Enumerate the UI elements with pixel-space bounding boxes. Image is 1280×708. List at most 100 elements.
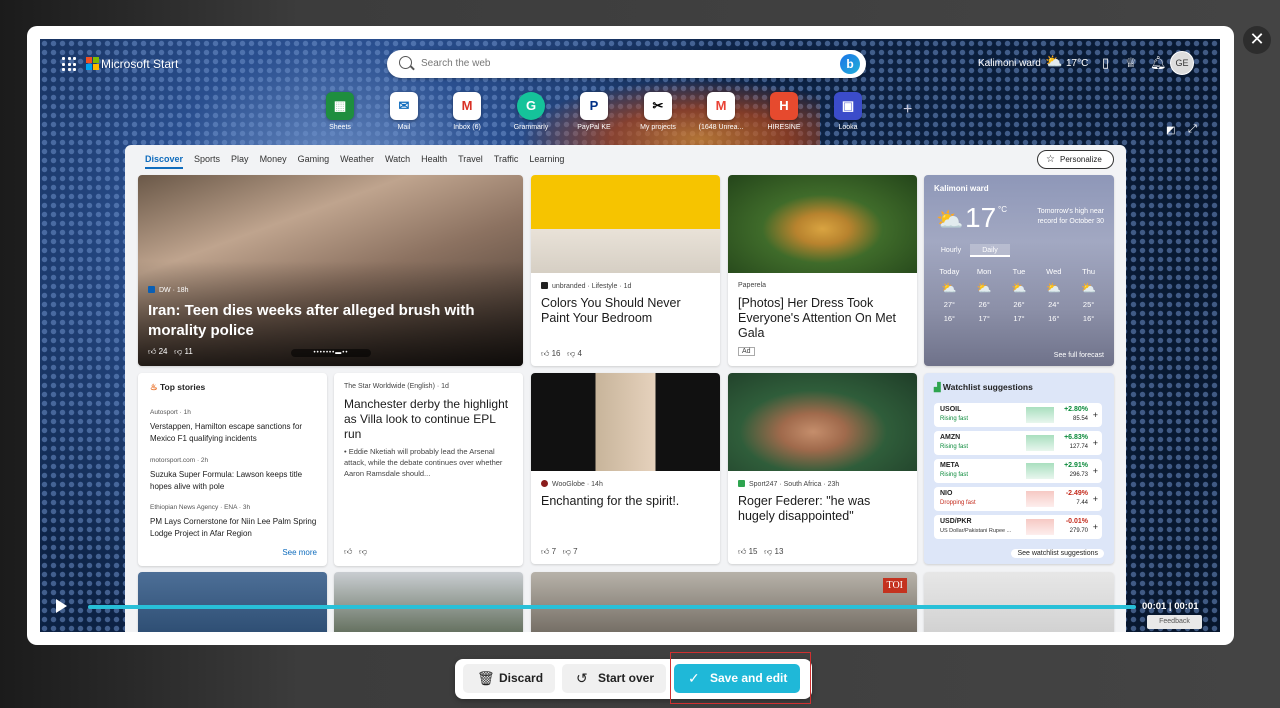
tab-discover[interactable]: Discover <box>145 154 184 169</box>
tab-money[interactable]: Money <box>260 154 287 164</box>
high-temp: 25° <box>1082 300 1095 309</box>
high-temp: 26° <box>1013 300 1025 309</box>
quicklink-gmail[interactable]: M Inbox (6) <box>437 92 497 131</box>
article-card-manchester[interactable]: The Star Worldwide (English) · 1d Manche… <box>334 373 523 566</box>
federer-image <box>728 373 917 471</box>
carousel-dots[interactable]: •••••••▬•• <box>291 349 371 357</box>
temperature-label[interactable]: 17°C <box>1066 58 1088 69</box>
quicklink-paypal[interactable]: P PayPal KE <box>564 92 624 131</box>
watchlist-row[interactable]: META Rising fast +2.91% 296.73 + <box>934 459 1102 483</box>
card-dislikes[interactable]: 13 <box>775 547 784 556</box>
hero-card[interactable]: DW · 18h Iran: Teen dies weeks after all… <box>138 175 523 366</box>
quicklink-unread[interactable]: M (1648 Unrea... <box>691 92 751 131</box>
ticker-status: Rising fast <box>940 472 969 478</box>
card-title[interactable]: Manchester derby the highlight as Villa … <box>344 397 513 442</box>
add-icon[interactable]: + <box>1093 466 1098 476</box>
weather-record[interactable]: Tomorrow's high near record for October … <box>1032 207 1104 227</box>
add-icon[interactable]: + <box>1093 438 1098 448</box>
card-title[interactable]: Roger Federer: "he was hugely disappoint… <box>738 494 907 524</box>
watchlist-row[interactable]: USD/PKR US Dollar/Pakistani Rupee ... -0.0… <box>934 515 1102 539</box>
hero-title[interactable]: Iran: Teen dies weeks after alleged brus… <box>148 301 513 341</box>
search-box[interactable]: Search the web b <box>387 50 866 78</box>
weather-location[interactable]: Kalimoni ward <box>934 184 989 193</box>
add-quicklink-icon[interactable]: + <box>903 101 912 119</box>
card-source-text: WooGlobe · 14h <box>552 481 603 488</box>
daily-forecast[interactable]: Today Mon Tue Wed Thu ⛅ ⛅ ⛅ ⛅ ⛅ 27° 26° 26° 24° 25° … <box>932 267 1106 323</box>
tab-watch[interactable]: Watch <box>385 154 410 164</box>
card-likes[interactable]: 7 <box>552 547 556 556</box>
tab-travel[interactable]: Travel <box>458 154 483 164</box>
seek-bar[interactable] <box>88 605 1136 609</box>
watchlist-row[interactable]: AMZN Rising fast +6.83% 127.74 + <box>934 431 1102 455</box>
start-over-label: Start over <box>598 671 655 685</box>
article-card-federer[interactable]: Sport247 · South Africa · 23h Roger Fede… <box>728 373 917 564</box>
add-icon[interactable]: + <box>1093 410 1098 420</box>
card-likes[interactable]: 15 <box>749 547 758 556</box>
story-item[interactable]: motorsport.com · 2h Suzuka Super Formula:… <box>150 455 317 493</box>
day-label: Thu <box>1082 267 1096 276</box>
personalize-button[interactable]: Personalize <box>1037 150 1114 169</box>
watchlist-row[interactable]: USOIL Rising fast +2.80% 85.54 + <box>934 403 1102 427</box>
card-title[interactable]: Enchanting for the spirit!. <box>541 494 710 509</box>
expand-icon[interactable]: ⤢ <box>1188 123 1197 136</box>
full-forecast-link[interactable]: See full forecast <box>1054 352 1104 359</box>
phone-icon[interactable]: ▯ <box>1102 55 1109 71</box>
ticker-price: 7.44 <box>1076 500 1088 506</box>
watchlist-link[interactable]: See watchlist suggestions <box>1011 549 1104 558</box>
add-icon[interactable]: + <box>1093 522 1098 532</box>
feedback-button[interactable]: Feedback <box>1147 615 1202 629</box>
play-icon[interactable] <box>56 599 67 613</box>
hero-dislikes[interactable]: 11 <box>185 347 193 356</box>
hide-background-icon[interactable]: ◩ <box>1166 125 1175 136</box>
card-reactions[interactable]: 👍︎ 👎︎ <box>344 547 367 557</box>
brand-name[interactable]: Microsoft Start <box>101 57 178 71</box>
close-modal-button[interactable]: ✕ <box>1243 26 1271 54</box>
card-title[interactable]: [Photos] Her Dress Took Everyone's Atten… <box>738 296 907 341</box>
avatar[interactable]: GE <box>1170 51 1194 75</box>
bell-icon[interactable]: 🔔︎ <box>1150 55 1167 71</box>
add-icon[interactable]: + <box>1093 494 1098 504</box>
app-launcher-icon[interactable] <box>62 57 76 71</box>
story-source: Autosport · 1h <box>150 409 191 416</box>
hero-likes[interactable]: 24 <box>159 347 168 356</box>
tab-daily[interactable]: Daily <box>970 244 1010 257</box>
card-likes[interactable]: 16 <box>552 349 561 358</box>
tab-gaming[interactable]: Gaming <box>298 154 330 164</box>
weather-card[interactable]: Kalimoni ward ⛅ 17 °C Tomorrow's high ne… <box>924 175 1114 366</box>
quicklink-capcut[interactable]: ✂ My projects <box>628 92 688 131</box>
tab-learning[interactable]: Learning <box>529 154 564 164</box>
start-over-button[interactable]: ↺ Start over <box>562 664 666 693</box>
article-card-dress[interactable]: Paperela [Photos] Her Dress Took Everyon… <box>728 175 917 366</box>
quicklink-looka[interactable]: ▣ Looka <box>818 92 878 131</box>
story-item[interactable]: Autosport · 1h Verstappen, Hamilton escap… <box>150 407 317 445</box>
quicklink-sheets[interactable]: ▦ Sheets <box>310 92 370 131</box>
watchlist-row[interactable]: NIO Dropping fast -2.49% 7.44 + <box>934 487 1102 511</box>
tab-weather[interactable]: Weather <box>340 154 374 164</box>
tab-traffic[interactable]: Traffic <box>494 154 519 164</box>
gmail-icon: M <box>453 92 481 120</box>
low-temp: 17° <box>978 314 990 323</box>
discard-button[interactable]: 🗑︎ Discard <box>463 664 555 693</box>
quicklink-grammarly[interactable]: G Grammarly <box>501 92 561 131</box>
card-dislikes[interactable]: 4 <box>578 349 582 358</box>
tab-health[interactable]: Health <box>421 154 447 164</box>
article-card-video[interactable]: WooGlobe · 14h Enchanting for the spirit… <box>531 373 720 564</box>
tab-sports[interactable]: Sports <box>194 154 220 164</box>
location-label[interactable]: Kalimoni ward <box>978 58 1041 69</box>
flame-icon: ♨ <box>150 382 158 392</box>
see-more-link[interactable]: See more <box>282 548 317 557</box>
card-title[interactable]: Colors You Should Never Paint Your Bedro… <box>541 296 710 326</box>
quicklink-mail[interactable]: ✉ Mail <box>374 92 434 131</box>
story-item[interactable]: Ethiopian News Agency · ENA · 3h PM Lays … <box>150 502 317 540</box>
tab-hourly[interactable]: Hourly <box>934 244 968 257</box>
tab-play[interactable]: Play <box>231 154 249 164</box>
start-topbar: Microsoft Start Search the web b Kalimon… <box>40 39 1220 89</box>
weather-temp: 17 <box>965 202 997 233</box>
hero-reactions: 👍︎ 24 👎︎ 11 <box>148 347 193 356</box>
rewards-icon[interactable]: ♕ <box>1125 55 1137 71</box>
article-card-colors[interactable]: unbranded · Lifestyle · 1d Colors You Sh… <box>531 175 720 366</box>
card-dislikes[interactable]: 7 <box>573 547 577 556</box>
quicklink-hiresine[interactable]: H HIRESINE <box>754 92 814 131</box>
capcut-icon: ✂ <box>644 92 672 120</box>
bing-chat-icon[interactable]: b <box>840 54 860 74</box>
